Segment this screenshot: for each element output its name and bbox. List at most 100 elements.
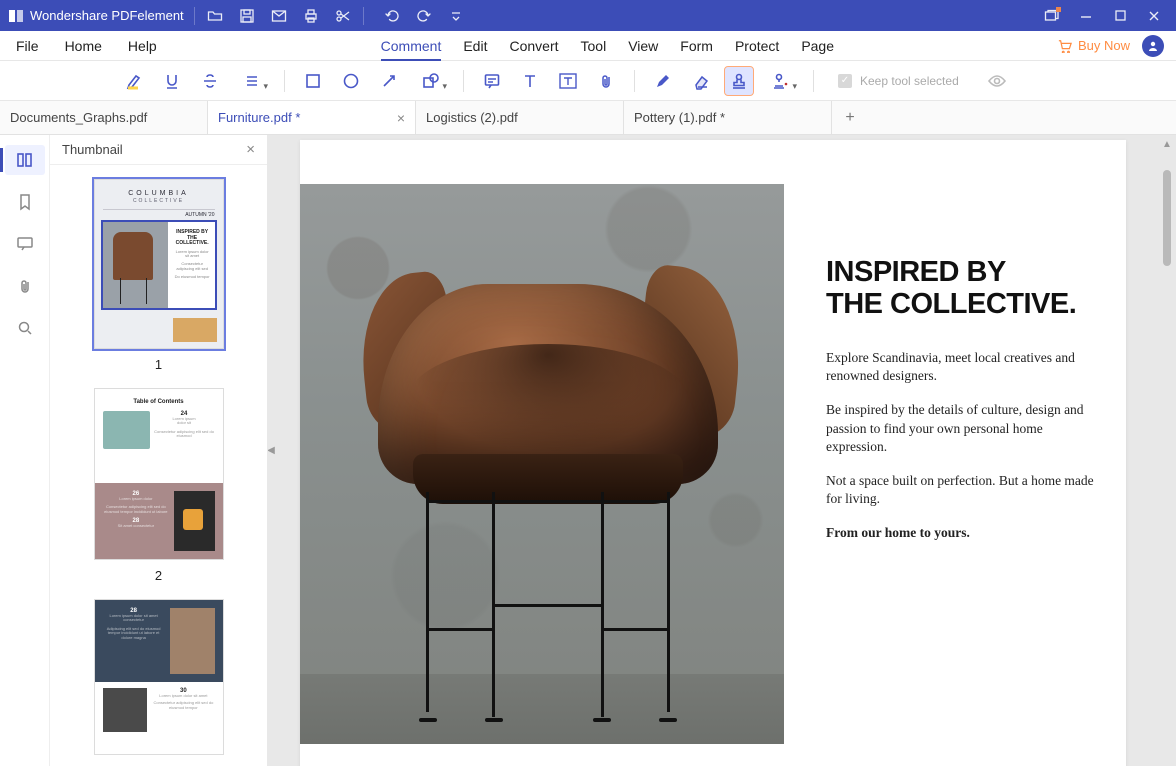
rail-search-icon[interactable] — [5, 313, 45, 343]
separator — [634, 70, 635, 92]
open-file-icon[interactable] — [205, 6, 225, 26]
checkbox-icon: ✓ — [838, 74, 852, 88]
menu-bar: File Home Help Comment Edit Convert Tool… — [0, 31, 1176, 61]
eraser-tool-icon[interactable] — [687, 67, 715, 95]
text-box-tool-icon[interactable] — [554, 67, 582, 95]
shapes-dropdown-icon[interactable] — [413, 67, 449, 95]
heading-line-2: THE COLLECTIVE. — [826, 288, 1076, 320]
menu-page[interactable]: Page — [801, 38, 834, 54]
pencil-tool-icon[interactable] — [649, 67, 677, 95]
tab-documents-graphs[interactable]: Documents_Graphs.pdf — [0, 101, 208, 134]
keep-tool-checkbox[interactable]: ✓ Keep tool selected — [838, 74, 959, 88]
menu-comment[interactable]: Comment — [381, 31, 442, 61]
content-area: Thumbnail × COLUMBIA COLLECTIVE AUTUMN '… — [0, 135, 1176, 766]
separator — [463, 70, 464, 92]
strikethrough-tool-icon[interactable] — [196, 67, 224, 95]
undo-icon[interactable] — [382, 6, 402, 26]
rectangle-shape-icon[interactable] — [299, 67, 327, 95]
thumb-brand-sub: COLLECTIVE — [95, 198, 223, 204]
thumbnail-page-1[interactable]: COLUMBIA COLLECTIVE AUTUMN '20 INSPIRED … — [94, 179, 224, 349]
highlight-tool-icon[interactable] — [120, 67, 148, 95]
window-tabs-icon[interactable] — [1042, 6, 1062, 26]
scroll-thumb[interactable] — [1163, 170, 1171, 266]
add-tab-button[interactable]: + — [832, 101, 868, 134]
title-bar: Wondershare PDFelement — [0, 0, 1176, 31]
document-viewer[interactable]: ◀ — [268, 135, 1176, 766]
maximize-icon[interactable] — [1110, 6, 1130, 26]
panel-collapse-icon[interactable]: ◀ — [268, 431, 275, 471]
separator — [813, 70, 814, 92]
text-tool-icon[interactable] — [516, 67, 544, 95]
thumbnail-panel: Thumbnail × COLUMBIA COLLECTIVE AUTUMN '… — [50, 135, 268, 766]
menu-file[interactable]: File — [16, 38, 39, 54]
tab-logistics[interactable]: Logistics (2).pdf — [416, 101, 624, 134]
tab-label: Logistics (2).pdf — [426, 110, 518, 125]
close-icon[interactable] — [1144, 6, 1164, 26]
body-paragraph: Not a space built on perfection. But a h… — [826, 472, 1106, 508]
menu-tool[interactable]: Tool — [581, 38, 607, 54]
panel-close-icon[interactable]: × — [246, 141, 255, 158]
tab-label: Pottery (1).pdf * — [634, 110, 725, 125]
attachment-tool-icon[interactable] — [592, 67, 620, 95]
page-number: 1 — [155, 357, 162, 372]
list-tool-icon[interactable] — [234, 67, 270, 95]
menu-edit[interactable]: Edit — [463, 38, 487, 54]
body-paragraph: Be inspired by the details of culture, d… — [826, 401, 1106, 456]
divider — [363, 7, 364, 25]
thumbnail-page-3[interactable]: 28 Lorem ipsum dolor sit amet consectetu… — [94, 599, 224, 755]
menu-form[interactable]: Form — [680, 38, 713, 54]
thumbnail-header: Thumbnail × — [50, 135, 267, 165]
minimize-icon[interactable] — [1076, 6, 1096, 26]
menu-convert[interactable]: Convert — [509, 38, 558, 54]
mail-icon[interactable] — [269, 6, 289, 26]
rail-comments-icon[interactable] — [5, 229, 45, 259]
hero-image — [300, 184, 784, 744]
scroll-up-icon[interactable]: ▲ — [1162, 139, 1172, 150]
rail-attachments-icon[interactable] — [5, 271, 45, 301]
user-avatar[interactable] — [1142, 35, 1164, 57]
menu-view[interactable]: View — [628, 38, 658, 54]
save-icon[interactable] — [237, 6, 257, 26]
left-rail — [0, 135, 50, 766]
underline-tool-icon[interactable] — [158, 67, 186, 95]
note-tool-icon[interactable] — [478, 67, 506, 95]
oval-shape-icon[interactable] — [337, 67, 365, 95]
signature-tool-icon[interactable] — [763, 67, 799, 95]
stamp-tool-icon[interactable] — [725, 67, 753, 95]
thumbnail-page-2[interactable]: Table of Contents 24 Lorem ipsumdolor si… — [94, 388, 224, 560]
app-logo: Wondershare PDFelement — [8, 8, 184, 24]
buy-now-label: Buy Now — [1078, 38, 1130, 53]
menu-help[interactable]: Help — [128, 38, 157, 54]
tab-label: Furniture.pdf * — [218, 110, 300, 125]
thumb-brand: COLUMBIA — [95, 180, 223, 197]
print-icon[interactable] — [301, 6, 321, 26]
keep-tool-label: Keep tool selected — [860, 74, 959, 88]
vertical-scrollbar[interactable]: ▲ — [1160, 139, 1174, 339]
comment-toolbar: ✓ Keep tool selected — [0, 61, 1176, 101]
rail-bookmarks-icon[interactable] — [5, 187, 45, 217]
body-paragraph-bold: From our home to yours. — [826, 524, 1106, 542]
visibility-toggle-icon[interactable] — [983, 67, 1011, 95]
menu-protect[interactable]: Protect — [735, 38, 779, 54]
page-number: 2 — [155, 568, 162, 583]
thumb-title: Table of Contents — [95, 389, 223, 411]
divider — [194, 7, 195, 25]
rail-thumbnails-icon[interactable] — [5, 145, 45, 175]
redo-icon[interactable] — [414, 6, 434, 26]
document-tabs: Documents_Graphs.pdf Furniture.pdf * × L… — [0, 101, 1176, 135]
menu-home[interactable]: Home — [65, 38, 102, 54]
app-title: Wondershare PDFelement — [30, 8, 184, 23]
tab-close-icon[interactable]: × — [397, 110, 405, 126]
thumbnail-list[interactable]: COLUMBIA COLLECTIVE AUTUMN '20 INSPIRED … — [50, 165, 267, 766]
quick-access-dropdown-icon[interactable] — [446, 6, 466, 26]
buy-now-link[interactable]: Buy Now — [1058, 38, 1130, 53]
pdf-page: INSPIRED BY THE COLLECTIVE. Explore Scan… — [300, 140, 1126, 766]
thumbnail-title: Thumbnail — [62, 142, 123, 157]
scissors-icon[interactable] — [333, 6, 353, 26]
tab-furniture[interactable]: Furniture.pdf * × — [208, 101, 416, 134]
heading-line-1: INSPIRED BY — [826, 256, 1006, 288]
hero-text: INSPIRED BY THE COLLECTIVE. Explore Scan… — [784, 184, 1126, 744]
tab-pottery[interactable]: Pottery (1).pdf * — [624, 101, 832, 134]
arrow-shape-icon[interactable] — [375, 67, 403, 95]
thumb-issue: AUTUMN '20 — [95, 212, 223, 218]
